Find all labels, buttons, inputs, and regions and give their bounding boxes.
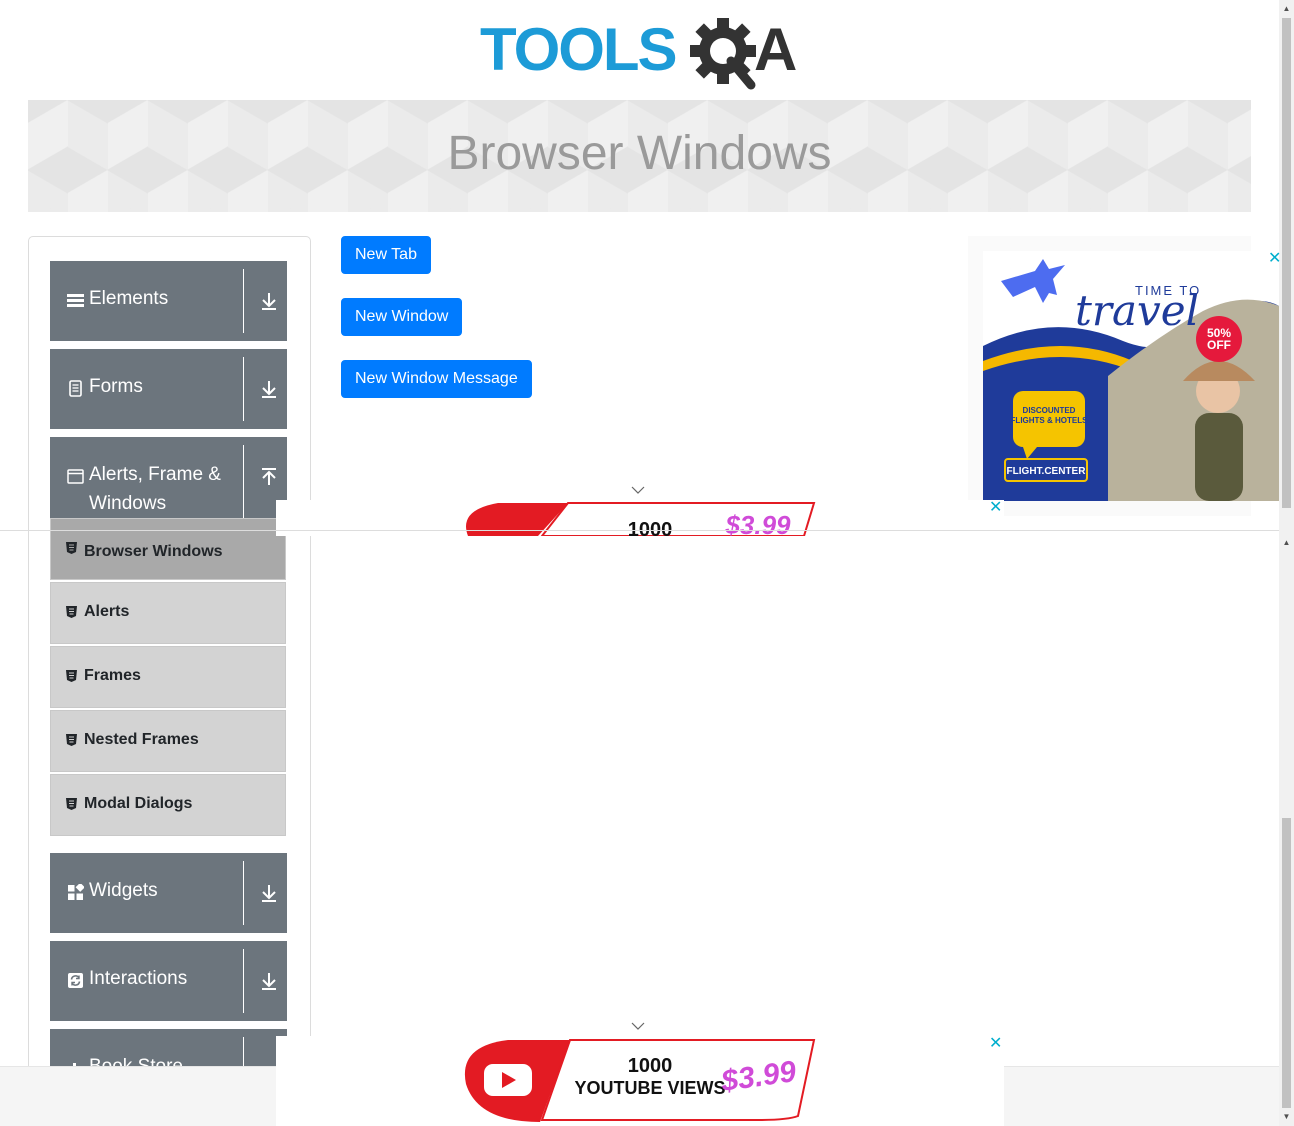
travel-ad-line2: travel <box>1075 286 1199 335</box>
scroll-down-icon[interactable]: ▼ <box>1279 1112 1294 1122</box>
travel-ad-discount-sub: OFF <box>1207 338 1231 352</box>
html-file-icon <box>66 606 77 618</box>
group-label: Elements <box>89 288 169 309</box>
youtube-ad-line1: 1000 <box>628 1055 673 1077</box>
menu-item-label: Modal Dialogs <box>84 795 193 812</box>
ad-band-divider <box>0 530 1279 531</box>
html-file-icon <box>66 542 77 554</box>
chevron-down-icon[interactable] <box>631 486 645 494</box>
group-forms[interactable]: Forms <box>50 349 287 429</box>
scroll-up-icon[interactable]: ▲ <box>1279 538 1294 548</box>
travel-ad-brand: FLIGHT.CENTER <box>1007 466 1087 477</box>
youtube-ad-graphic: 1000 YOUTUBE VIEWS $3.99 <box>464 1039 816 1122</box>
travel-ad[interactable]: TIME TO travel 50% OFF DISCOUNTED FLIGHT… <box>983 251 1279 501</box>
menu-item-alerts[interactable]: Alerts <box>50 582 286 644</box>
travel-ad-badge-line2: FLIGHTS & HOTELS <box>1011 416 1089 425</box>
group-label: Interactions <box>89 968 188 989</box>
html-file-icon <box>66 670 77 682</box>
page-title: Browser Windows <box>447 127 832 180</box>
logo-text-blue: TOOLS <box>480 16 676 83</box>
travel-ad-graphic: TIME TO travel 50% OFF DISCOUNTED FLIGHT… <box>983 251 1279 501</box>
toolsqa-logo[interactable]: TOOLS A <box>480 14 804 92</box>
chevron-down-icon[interactable] <box>631 1022 645 1030</box>
new-window-message-button[interactable]: New Window Message <box>341 360 532 398</box>
group-divider <box>243 861 244 925</box>
close-ad-icon[interactable]: ✕ <box>989 500 1002 516</box>
group-label: Forms <box>89 376 143 397</box>
html-file-icon <box>66 798 77 810</box>
group-label: Widgets <box>89 880 158 901</box>
scroll-thumb[interactable] <box>1282 18 1291 508</box>
close-ad-icon[interactable]: ✕ <box>1268 251 1281 267</box>
download-arrow-icon[interactable] <box>257 289 281 313</box>
group-interactions[interactable]: Interactions <box>50 941 287 1021</box>
group-divider <box>243 269 244 333</box>
page-banner: Browser Windows <box>28 100 1251 212</box>
group-divider <box>243 949 244 1013</box>
travel-ad-badge-line1: DISCOUNTED <box>1023 406 1076 415</box>
window-icon <box>67 469 84 484</box>
youtube-ad-line1: 1000 <box>628 519 673 536</box>
group-label-line1: Alerts, Frame & <box>89 464 221 485</box>
download-arrow-icon[interactable] <box>257 377 281 401</box>
menu-item-label: Alerts <box>84 603 130 620</box>
hamburger-icon <box>67 294 84 307</box>
html-file-icon <box>66 734 77 746</box>
menu-item-label: Frames <box>84 667 141 684</box>
menu-item-modal-dialogs[interactable]: Modal Dialogs <box>50 774 286 836</box>
group-divider <box>243 357 244 421</box>
youtube-ad-price: $3.99 <box>724 510 791 536</box>
menu-item-label: Nested Frames <box>84 731 199 748</box>
close-ad-icon[interactable]: ✕ <box>989 1036 1002 1052</box>
logo-text-dark: A <box>754 16 797 83</box>
download-arrow-icon[interactable] <box>257 881 281 905</box>
page-scrollbar[interactable]: ▲ ▲ ▼ <box>1279 0 1294 1126</box>
upload-arrow-icon[interactable] <box>257 465 281 489</box>
youtube-ad-line2: YOUTUBE VIEWS <box>574 1078 725 1098</box>
group-elements[interactable]: Elements <box>50 261 287 341</box>
download-arrow-icon[interactable] <box>257 969 281 993</box>
menu-item-frames[interactable]: Frames <box>50 646 286 708</box>
new-window-button[interactable]: New Window <box>341 298 463 336</box>
menu-item-nested-frames[interactable]: Nested Frames <box>50 710 286 772</box>
widgets-icon <box>68 884 84 900</box>
document-icon <box>69 380 82 397</box>
scroll-up-icon[interactable]: ▲ <box>1279 4 1294 14</box>
youtube-ad-bottom[interactable]: 1000 YOUTUBE VIEWS $3.99 <box>276 1036 1004 1126</box>
interactions-icon <box>68 973 83 988</box>
menu-item-label: Browser Windows <box>84 543 223 560</box>
scroll-thumb[interactable] <box>1282 818 1291 1108</box>
new-tab-button[interactable]: New Tab <box>341 236 431 274</box>
group-widgets[interactable]: Widgets <box>50 853 287 933</box>
